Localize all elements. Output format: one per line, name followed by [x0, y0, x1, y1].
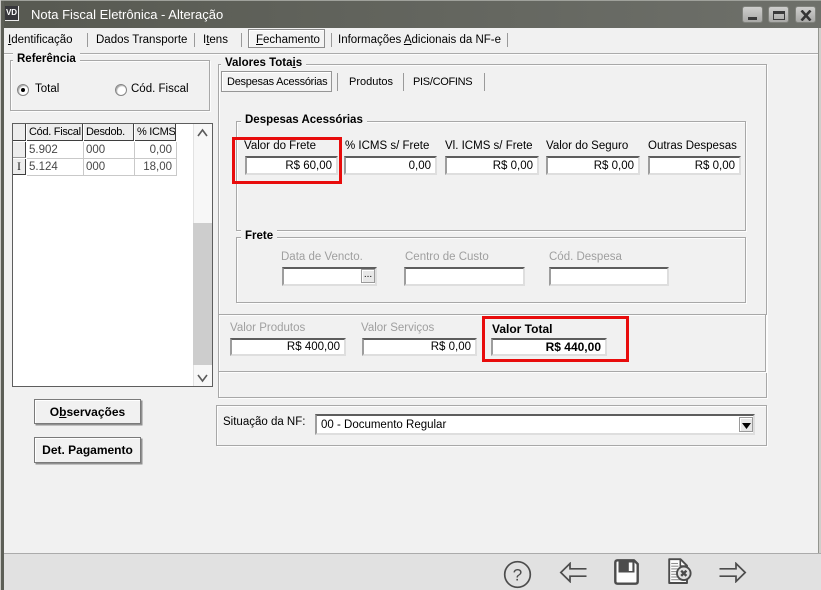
svg-text:?: ? — [513, 566, 522, 585]
